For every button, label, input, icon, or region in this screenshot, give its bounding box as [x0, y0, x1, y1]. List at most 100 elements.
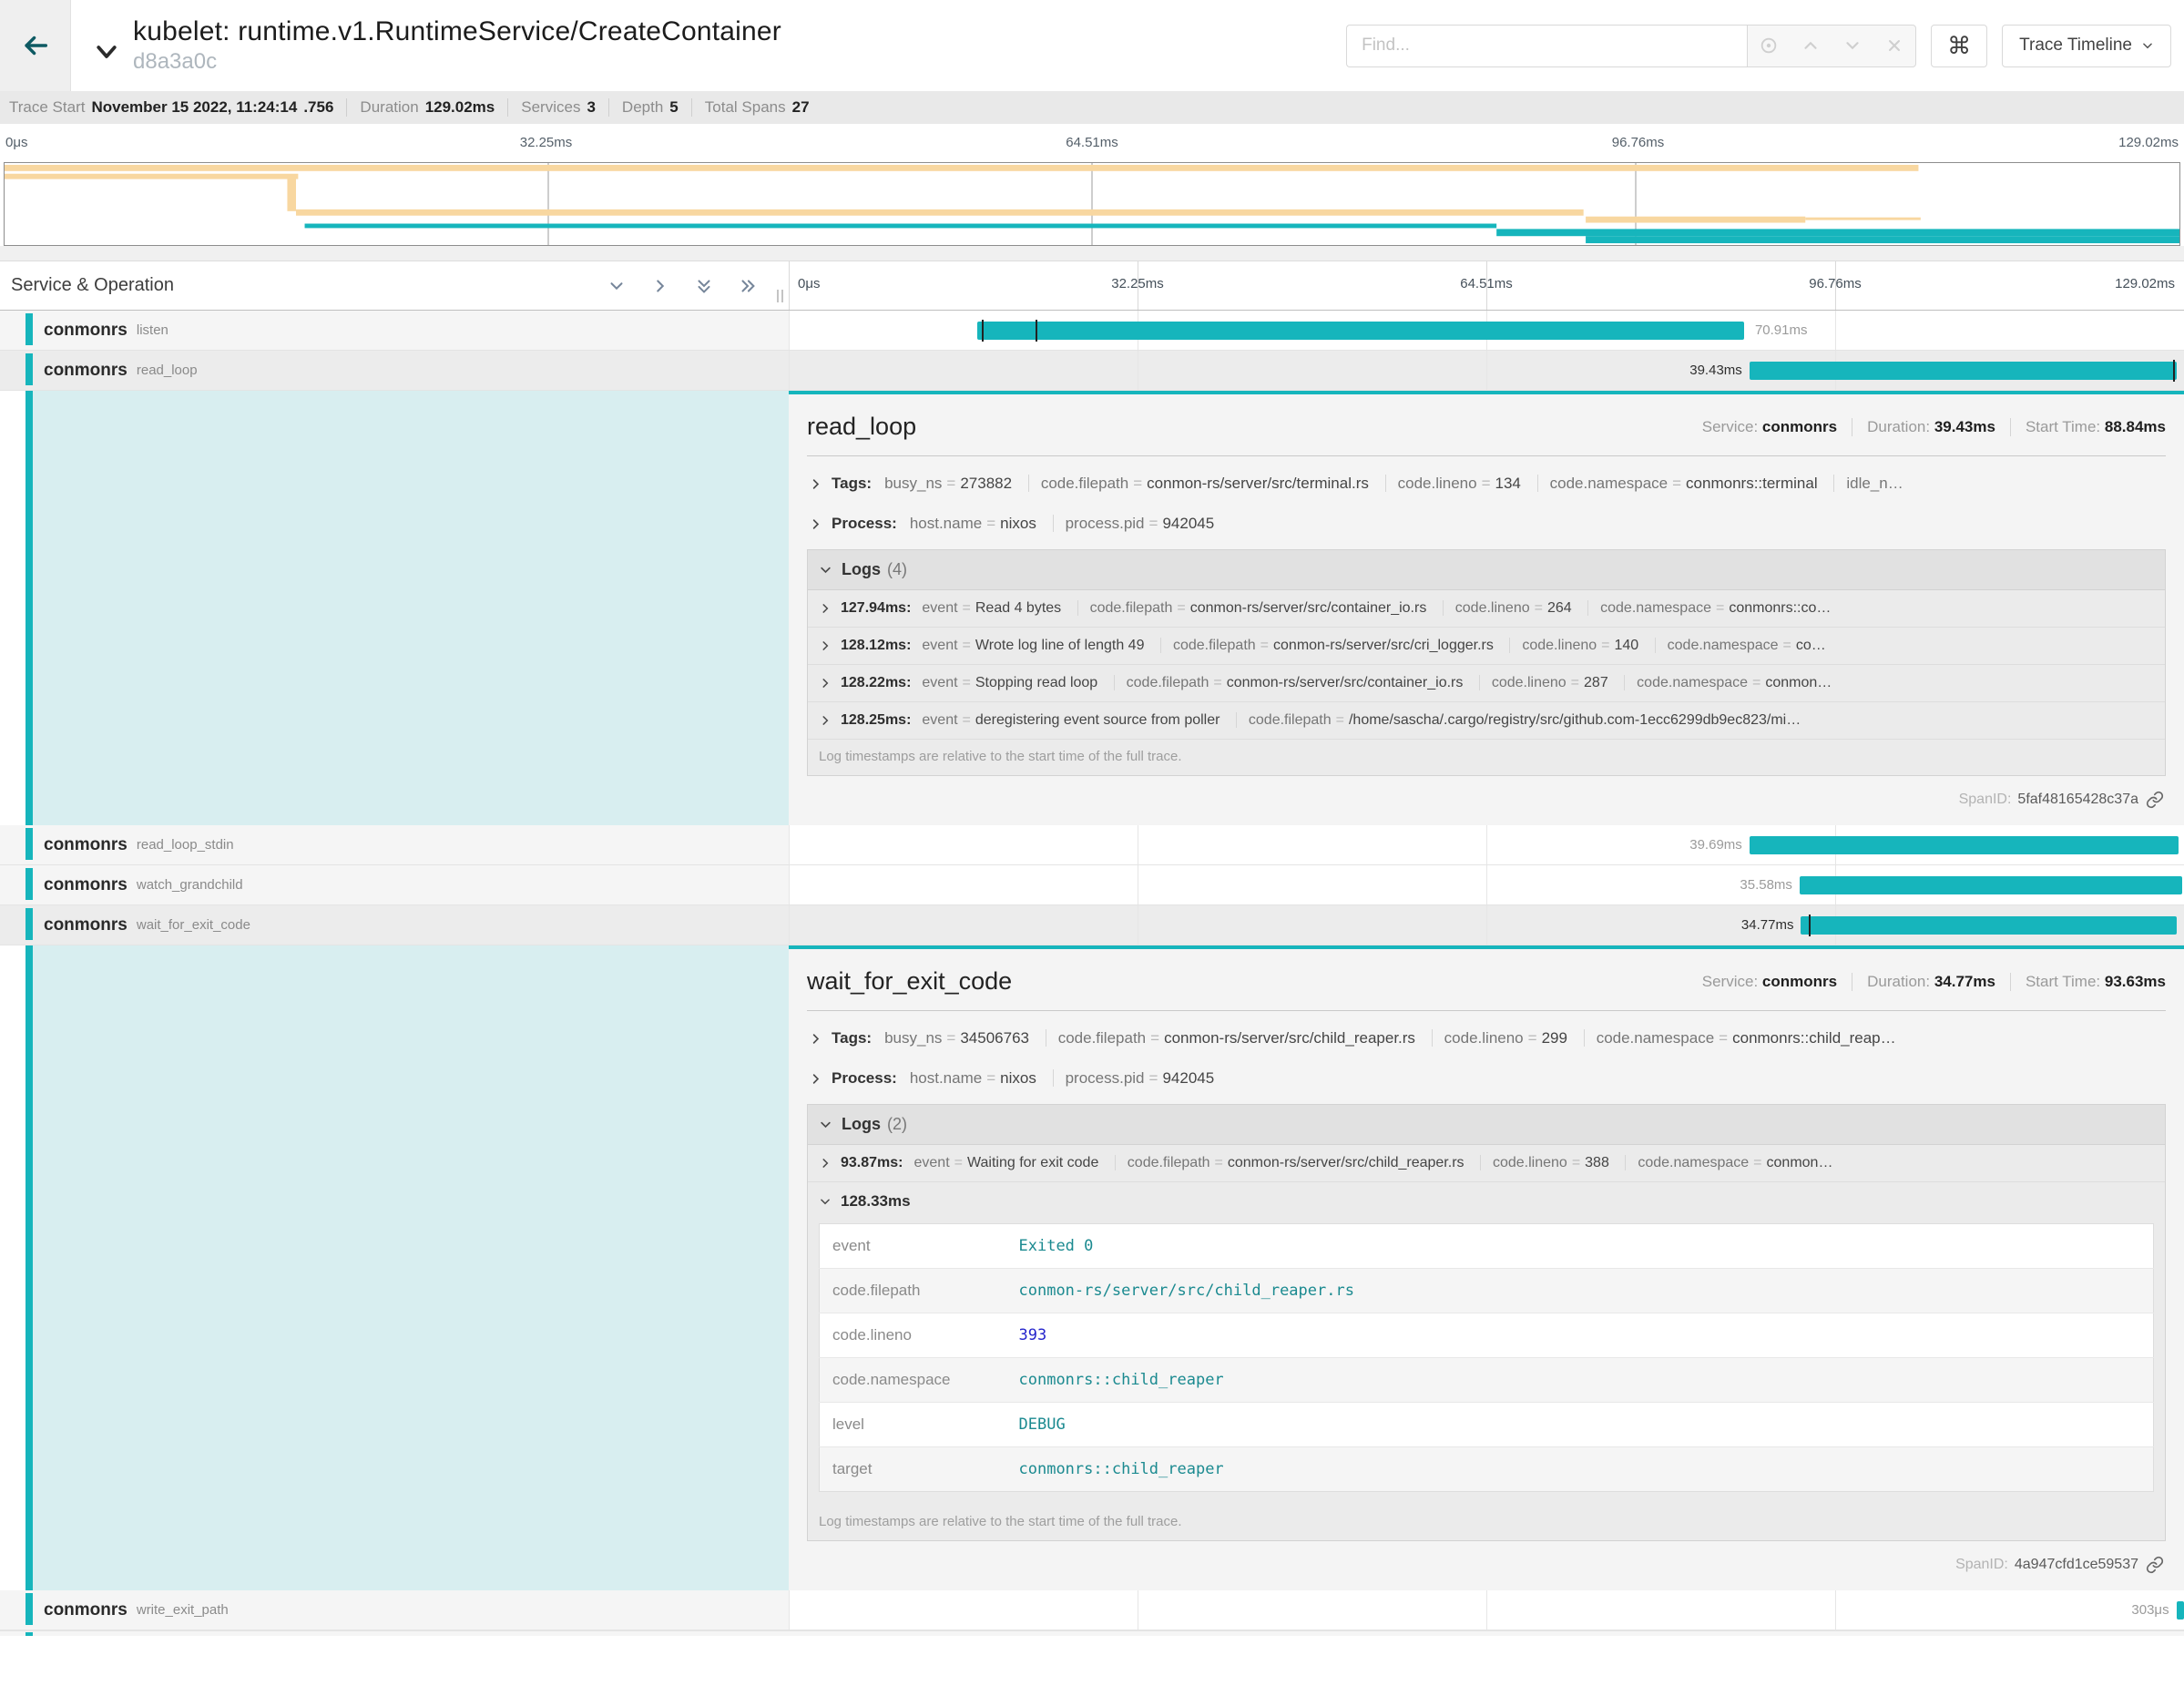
log-entry[interactable]: 128.12ms: event=Wrote log line of length…	[808, 628, 2165, 665]
span-duration-label: 35.58ms	[1740, 877, 1792, 893]
expand-all-icon[interactable]	[738, 276, 758, 296]
span-timeline-cell: 303μs	[789, 1590, 2184, 1630]
log-field: code.filepath=conmon-rs/server/src/conta…	[1114, 675, 1464, 690]
process-accordion[interactable]: Process: host.name=nixos process.pid=942…	[807, 504, 2166, 544]
service-color-bar	[26, 828, 33, 860]
page-title: kubelet: runtime.v1.RuntimeService/Creat…	[133, 16, 781, 47]
trace-total-spans: Total Spans27	[691, 98, 810, 117]
service-name: conmonrs	[44, 875, 128, 895]
tag-item: code.filepath=conmon-rs/server/src/child…	[1046, 1029, 1415, 1047]
keyboard-shortcuts-button[interactable]: ⌘	[1931, 25, 1987, 67]
tag-item: idle_n…	[1833, 475, 1912, 492]
span-timeline-cell: 34.77ms	[789, 905, 2184, 945]
tag-item: code.namespace=conmonrs::child_reap…	[1584, 1029, 1896, 1047]
span-row-write-exit-path[interactable]: conmonrs write_exit_path 303μs	[0, 1590, 2184, 1630]
detail-start-time: Start Time: 93.63ms	[2010, 973, 2166, 991]
service-color-bar	[26, 353, 33, 385]
log-fields-table: eventExited 0 code.filepathconmon-rs/ser…	[819, 1223, 2154, 1492]
log-field: code.lineno=388	[1480, 1155, 1609, 1170]
span-row-wait-for-exit-code[interactable]: conmonrs wait_for_exit_code 34.77ms	[0, 905, 2184, 945]
span-name-cell: conmonrs read_loop	[0, 351, 789, 390]
span-id-row: SpanID: 4a947cfd1ce59537	[807, 1541, 2166, 1579]
logs-note: Log timestamps are relative to the start…	[808, 1505, 2165, 1540]
find-input[interactable]	[1346, 25, 1747, 67]
span-bar[interactable]	[1800, 876, 2183, 894]
log-field: code.namespace=conmon…	[1624, 675, 1832, 690]
span-row-read-loop[interactable]: conmonrs read_loop 39.43ms	[0, 351, 2184, 391]
detail-start-time: Start Time: 88.84ms	[2010, 418, 2166, 436]
spacer	[0, 246, 2184, 261]
log-field: code.lineno=140	[1509, 638, 1638, 653]
clear-search-icon[interactable]	[1873, 26, 1915, 66]
service-name: conmonrs	[44, 1600, 128, 1620]
span-timeline-cell: 39.69ms	[789, 825, 2184, 864]
view-selector-label: Trace Timeline	[2019, 36, 2132, 56]
table-row: code.namespaceconmonrs::child_reaper	[820, 1358, 2154, 1403]
span-bar[interactable]	[2177, 1601, 2184, 1620]
log-entry[interactable]: 128.25ms: event=deregistering event sour…	[808, 702, 2165, 740]
span-bar[interactable]	[1750, 836, 2179, 854]
view-selector-button[interactable]: Trace Timeline	[2002, 25, 2171, 67]
trace-minimap[interactable]	[4, 162, 2180, 246]
timeline-tick: 32.25ms	[1111, 276, 1164, 291]
log-field: code.namespace=co…	[1655, 638, 1826, 653]
span-row-read-loop-stdin[interactable]: conmonrs read_loop_stdin 39.69ms	[0, 825, 2184, 865]
log-marker	[2173, 360, 2175, 382]
span-bar[interactable]	[1750, 362, 2177, 380]
expand-one-icon[interactable]	[650, 276, 670, 296]
prev-match-icon[interactable]	[1790, 26, 1832, 66]
log-field: code.lineno=287	[1479, 675, 1608, 690]
span-row-listen[interactable]: conmonrs listen 70.91ms	[0, 311, 2184, 351]
deep-link-icon[interactable]	[2146, 1556, 2164, 1574]
operation-name: watch_grandchild	[137, 877, 243, 893]
table-row: levelDEBUG	[820, 1403, 2154, 1447]
log-entry[interactable]: 93.87ms: event=Waiting for exit code cod…	[808, 1145, 2165, 1182]
span-detail-card: wait_for_exit_code Service: conmonrs Dur…	[789, 945, 2184, 1590]
operation-name: read_loop	[137, 363, 198, 378]
top-controls: ⌘ Trace Timeline	[1346, 0, 2184, 91]
service-color-bar	[26, 868, 33, 900]
span-duration-label: 39.43ms	[1689, 363, 1742, 378]
log-entry[interactable]: 128.22ms: event=Stopping read loop code.…	[808, 665, 2165, 702]
span-name-cell: conmonrs watch_grandchild	[0, 865, 789, 904]
span-row-watch-grandchild[interactable]: conmonrs watch_grandchild 35.58ms	[0, 865, 2184, 905]
next-row-sliver	[0, 1630, 2184, 1636]
service-color-bar	[26, 313, 33, 345]
column-resizer-handle[interactable]	[777, 290, 783, 302]
detail-operation-title: read_loop	[807, 413, 916, 441]
log-field: code.namespace=conmon…	[1625, 1155, 1832, 1170]
logs-accordion-header[interactable]: Logs(2)	[808, 1105, 2165, 1145]
chevron-down-icon	[819, 563, 832, 577]
ruler-tick: 64.51ms	[1066, 135, 1118, 150]
span-bar[interactable]	[977, 322, 1744, 340]
log-entry[interactable]: 127.94ms: event=Read 4 bytes code.filepa…	[808, 590, 2165, 628]
log-field: code.filepath=/home/sascha/.cargo/regist…	[1236, 712, 1801, 728]
span-bar[interactable]	[1801, 916, 2177, 935]
service-color-bar	[26, 945, 33, 1590]
next-match-icon[interactable]	[1832, 26, 1873, 66]
log-entry-expanded-header[interactable]: 128.33ms	[808, 1182, 2165, 1214]
log-marker	[1036, 320, 1037, 342]
back-button[interactable]	[0, 0, 71, 91]
service-color-bar	[26, 1632, 33, 1636]
tags-accordion[interactable]: Tags: busy_ns=34506763 code.filepath=con…	[807, 1018, 2166, 1058]
deep-link-icon[interactable]	[2146, 791, 2164, 809]
ruler-tick: 32.25ms	[520, 135, 573, 150]
service-operation-title: Service & Operation	[11, 275, 174, 296]
collapse-one-icon[interactable]	[607, 276, 627, 296]
detail-header: read_loop Service: conmonrs Duration: 39…	[807, 407, 2166, 456]
collapse-header-chevron-icon[interactable]	[93, 38, 120, 66]
process-accordion[interactable]: Process: host.name=nixos process.pid=942…	[807, 1058, 2166, 1098]
ruler-tick: 0μs	[5, 135, 28, 150]
log-timestamp: 128.33ms	[841, 1192, 911, 1211]
top-bar: kubelet: runtime.v1.RuntimeService/Creat…	[0, 0, 2184, 91]
chevron-right-icon	[819, 714, 832, 727]
collapse-all-icon[interactable]	[694, 276, 714, 296]
timeline-tick: 0μs	[798, 276, 821, 291]
chevron-right-icon	[809, 1032, 822, 1046]
span-id-row: SpanID: 5faf48165428c37a	[807, 776, 2166, 814]
logs-accordion-header[interactable]: Logs(4)	[808, 550, 2165, 590]
tags-accordion[interactable]: Tags: busy_ns=273882 code.filepath=conmo…	[807, 464, 2166, 504]
span-name-cell: conmonrs listen	[0, 311, 789, 350]
focus-match-icon[interactable]	[1748, 26, 1790, 66]
